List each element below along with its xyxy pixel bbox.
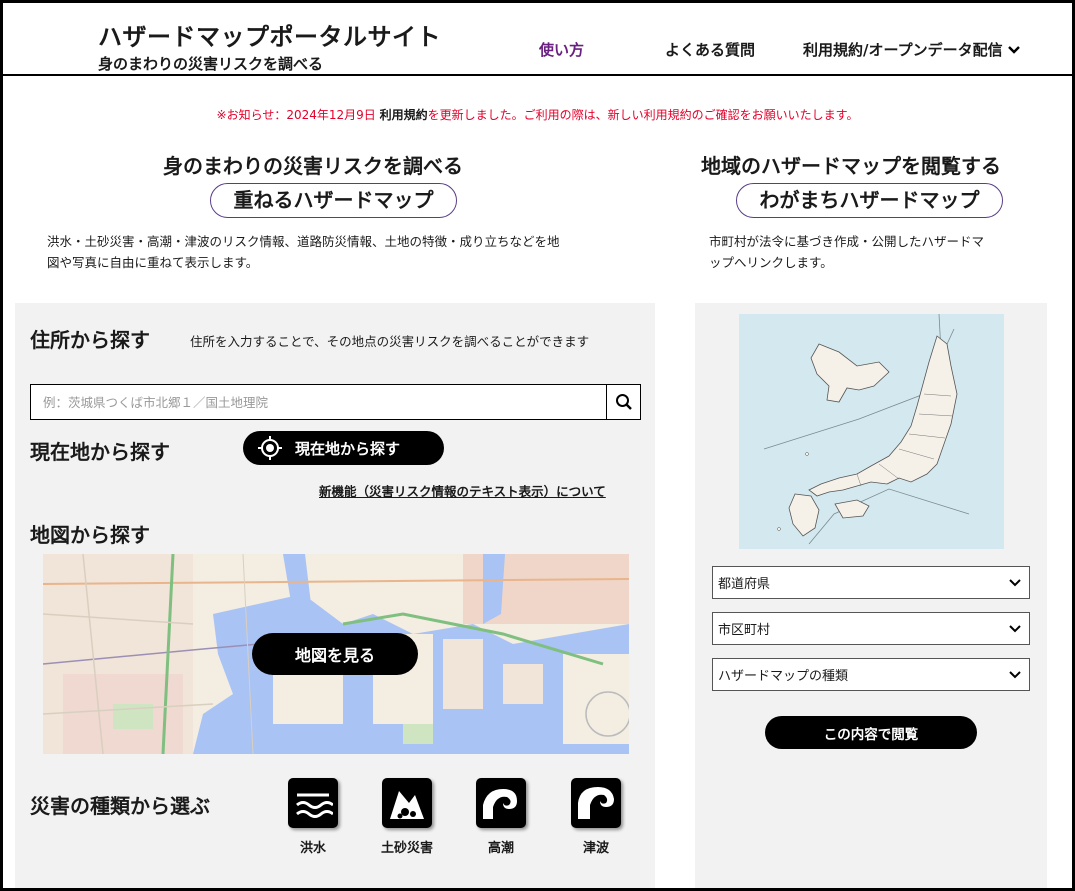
landslide-icon <box>382 778 432 828</box>
hazard-landslide[interactable]: 土砂災害 <box>377 778 437 856</box>
flood-icon <box>288 778 338 828</box>
hazard-storm-surge-label: 高潮 <box>487 841 514 856</box>
city-select-value: 市区町村 <box>718 623 771 638</box>
japan-map-image <box>739 314 1004 549</box>
page-frame: ハザードマップポータルサイト 身のまわりの災害リスクを調べる 使い方 よくある質… <box>0 0 1075 891</box>
wagamachi-hazard-map-link[interactable]: わがまちハザードマップ <box>736 183 1003 218</box>
prefecture-select[interactable]: 都道府県 <box>712 566 1030 599</box>
storm-surge-icon <box>476 778 526 828</box>
nav-terms-label: 利用規約/オープンデータ配信 <box>803 41 1003 59</box>
hazard-map-type-select[interactable]: ハザードマップの種類 <box>712 658 1030 691</box>
search-panel: 住所から探す 住所を入力することで、その地点の災害リスクを調べることができます … <box>15 303 655 888</box>
hazard-flood-label: 洪水 <box>299 841 326 856</box>
nav-terms-menu[interactable]: 利用規約/オープンデータ配信 <box>803 39 1021 60</box>
map-search-title: 地図から探す <box>30 523 150 547</box>
right-heading: 地域のハザードマップを閲覧する <box>701 154 1001 178</box>
left-heading: 身のまわりの災害リスクを調べる <box>163 154 463 178</box>
chevron-down-icon <box>1009 670 1021 678</box>
address-search-title: 住所から探す <box>30 328 150 352</box>
notice-terms-link[interactable]: 利用規約 <box>380 108 428 122</box>
chevron-down-icon <box>1009 578 1021 586</box>
nav-faq-link[interactable]: よくある質問 <box>665 39 755 60</box>
left-desc-line1: 洪水・土砂災害・高潮・津波のリスク情報、道路防災情報、土地の特徴・成り立ちなどを… <box>47 234 560 249</box>
right-description: 市町村が法令に基づき作成・公開したハザードマ ップへリンクします。 <box>709 231 1039 273</box>
japan-map[interactable] <box>739 314 1004 549</box>
search-button[interactable] <box>606 385 640 419</box>
view-map-button[interactable]: 地図を見る <box>252 633 418 675</box>
chevron-down-icon <box>1009 624 1021 632</box>
crosshair-icon <box>258 436 282 460</box>
site-title[interactable]: ハザードマップポータルサイト <box>98 17 441 52</box>
right-desc-line2: ップへリンクします。 <box>709 255 833 270</box>
prefecture-select-value: 都道府県 <box>718 577 771 592</box>
chevron-down-icon <box>1007 45 1020 54</box>
right-desc-line1: 市町村が法令に基づき作成・公開したハザードマ <box>709 234 985 249</box>
notice-date: ※お知らせ：2024年12月9日 <box>216 108 376 122</box>
kasaneru-hazard-map-link[interactable]: 重ねるハザードマップ <box>210 183 457 218</box>
tsunami-icon <box>571 778 621 828</box>
address-search-note: 住所を入力することで、その地点の災害リスクを調べることができます <box>190 334 590 349</box>
address-search-box <box>30 384 641 420</box>
left-desc-line2: 図や写真に自由に重ねて表示します。 <box>47 255 259 270</box>
hazard-flood[interactable]: 洪水 <box>283 778 343 856</box>
hazard-type-title: 災害の種類から選ぶ <box>30 794 210 818</box>
new-feature-link[interactable]: 新機能（災害リスク情報のテキスト表示）について <box>319 481 606 500</box>
site-subtitle: 身のまわりの災害リスクを調べる <box>98 55 324 73</box>
wagamachi-panel: 都道府県 市区町村 ハザードマップの種類 この内容で閲覧 <box>695 303 1047 888</box>
hazard-tsunami[interactable]: 津波 <box>566 778 626 856</box>
current-location-button-label: 現在地から探す <box>295 439 401 458</box>
current-location-title: 現在地から探す <box>30 440 170 464</box>
nav-usage-link[interactable]: 使い方 <box>539 39 584 60</box>
city-select[interactable]: 市区町村 <box>712 612 1030 645</box>
site-header: ハザードマップポータルサイト 身のまわりの災害リスクを調べる 使い方 よくある質… <box>3 3 1072 76</box>
address-search-input[interactable] <box>31 385 606 419</box>
search-icon <box>615 394 632 410</box>
notice-text: を更新しました。ご利用の際は、新しい利用規約のご確認をお願いいたします。 <box>427 108 859 122</box>
view-selection-button[interactable]: この内容で閲覧 <box>765 716 977 749</box>
notice-banner: ※お知らせ：2024年12月9日 利用規約を更新しました。ご利用の際は、新しい利… <box>3 106 1072 123</box>
hazard-map-type-select-value: ハザードマップの種類 <box>718 669 849 684</box>
left-description: 洪水・土砂災害・高潮・津波のリスク情報、道路防災情報、土地の特徴・成り立ちなどを… <box>47 231 647 273</box>
hazard-tsunami-label: 津波 <box>582 841 609 856</box>
hazard-storm-surge[interactable]: 高潮 <box>471 778 531 856</box>
hazard-landslide-label: 土砂災害 <box>380 841 433 856</box>
current-location-button[interactable]: 現在地から探す <box>243 431 444 465</box>
